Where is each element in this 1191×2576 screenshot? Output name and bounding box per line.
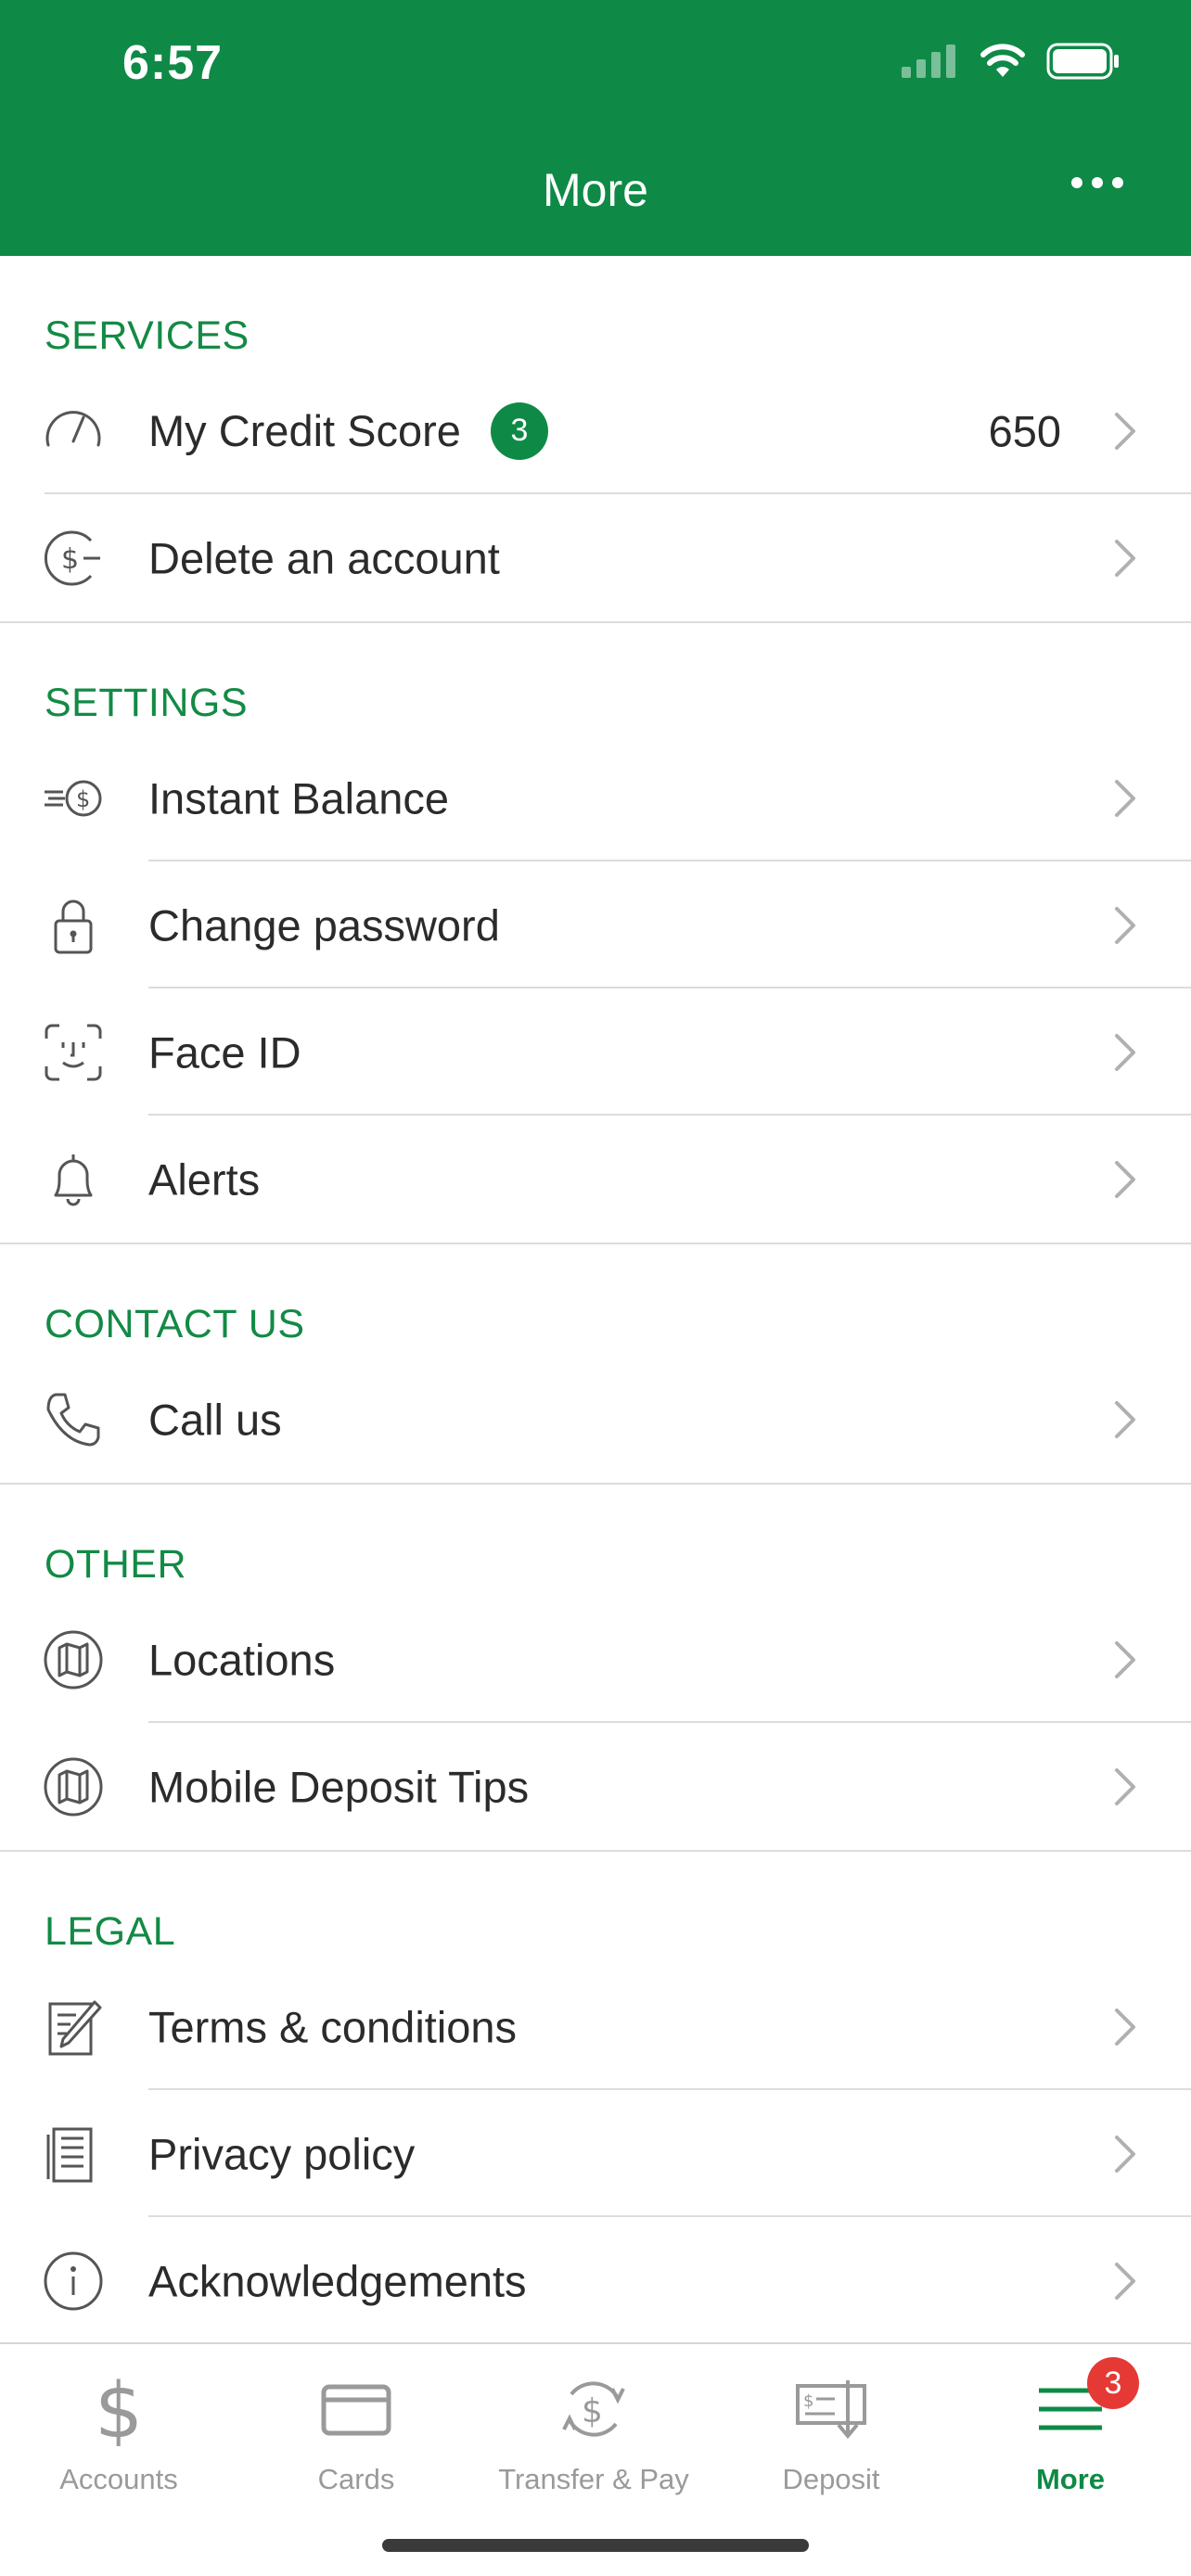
row-change-password[interactable]: Change password <box>0 861 1191 988</box>
row-label: Mobile Deposit Tips <box>148 1762 530 1811</box>
bell-icon <box>43 1149 104 1210</box>
credit-score-badge: 3 <box>490 402 548 460</box>
tab-deposit[interactable]: $ Deposit <box>712 2344 950 2502</box>
header-bar: 6:57 More <box>0 0 1191 256</box>
row-terms-conditions[interactable]: Terms & conditions <box>0 1963 1191 2090</box>
svg-text:$: $ <box>803 2391 813 2411</box>
dollar-icon: $ <box>91 2363 147 2455</box>
dollar-minus-icon: $ <box>43 528 104 589</box>
credit-score-label: My Credit Score <box>148 406 461 455</box>
row-label: Call us <box>148 1395 282 1444</box>
row-delete-account[interactable]: $ Delete an account <box>0 494 1191 621</box>
tab-cards[interactable]: Cards <box>237 2344 475 2502</box>
row-label: Locations <box>148 1635 336 1684</box>
chevron-right-icon <box>1115 1640 1135 1678</box>
svg-text:$: $ <box>95 2372 143 2446</box>
tab-accounts[interactable]: $ Accounts <box>0 2344 237 2502</box>
document-pen-icon <box>43 1996 104 2058</box>
map-icon <box>43 1756 104 1817</box>
row-instant-balance[interactable]: $ Instant Balance <box>0 734 1191 861</box>
info-icon <box>43 2251 104 2312</box>
section-title-settings: SETTINGS <box>45 681 249 725</box>
chevron-right-icon <box>1115 2262 1135 2300</box>
document-lines-icon <box>43 2123 104 2185</box>
svg-text:$: $ <box>76 786 90 812</box>
chevron-right-icon <box>1115 2008 1135 2046</box>
check-deposit-icon: $ <box>794 2363 868 2455</box>
row-label: Instant Balance <box>148 773 449 823</box>
row-label: Delete an account <box>148 533 500 582</box>
chevron-right-icon <box>1115 906 1135 944</box>
tab-label: More <box>1035 2463 1106 2495</box>
tab-label: Accounts <box>59 2463 178 2495</box>
svg-text:$: $ <box>61 543 79 576</box>
battery-icon <box>1046 43 1119 80</box>
row-call-us[interactable]: Call us <box>0 1356 1191 1483</box>
phone-icon <box>43 1389 104 1450</box>
chevron-right-icon <box>1115 412 1135 450</box>
lock-icon <box>43 895 104 956</box>
gauge-icon <box>43 401 104 462</box>
svg-text:$: $ <box>582 2392 603 2430</box>
status-icons <box>902 43 1121 80</box>
tab-label: Cards <box>317 2463 395 2495</box>
chevron-right-icon <box>1115 539 1135 577</box>
page-title: More <box>543 164 648 216</box>
cellular-signal-icon <box>902 45 955 78</box>
row-label: Terms & conditions <box>148 2002 518 2051</box>
row-acknowledgements[interactable]: Acknowledgements <box>0 2217 1191 2344</box>
home-indicator[interactable] <box>382 2539 809 2552</box>
chevron-right-icon <box>1115 779 1135 817</box>
fast-dollar-icon: $ <box>43 768 104 829</box>
more-options-icon[interactable] <box>1070 176 1124 189</box>
tab-label: Deposit <box>782 2463 880 2495</box>
row-label: Face ID <box>148 1027 301 1077</box>
chevron-right-icon <box>1115 1160 1135 1198</box>
tab-more[interactable]: More 3 <box>950 2344 1191 2502</box>
section-title-contact-us: CONTACT US <box>45 1302 305 1346</box>
face-id-icon <box>43 1022 104 1083</box>
tab-label: Transfer & Pay <box>498 2463 689 2495</box>
settings-list: SERVICES My Credit Score 3 650 $ Delete … <box>0 256 1191 2344</box>
chevron-right-icon <box>1115 1767 1135 1805</box>
row-label: Acknowledgements <box>148 2256 527 2305</box>
row-face-id[interactable]: Face ID <box>0 988 1191 1116</box>
card-icon <box>321 2363 391 2455</box>
row-mobile-deposit-tips[interactable]: Mobile Deposit Tips <box>0 1723 1191 1850</box>
row-label: Alerts <box>148 1154 261 1204</box>
section-title-services: SERVICES <box>45 313 250 358</box>
map-icon <box>43 1629 104 1690</box>
credit-score-value: 650 <box>988 406 1061 455</box>
row-privacy-policy[interactable]: Privacy policy <box>0 2090 1191 2217</box>
row-label: My Credit Score 3 <box>148 402 548 460</box>
row-label: Privacy policy <box>148 2129 416 2178</box>
row-label: Change password <box>148 900 500 950</box>
row-locations[interactable]: Locations <box>0 1596 1191 1723</box>
more-badge: 3 <box>1087 2357 1139 2409</box>
app-screen: 6:57 More SERVICES My Credit Score 3 650… <box>0 0 1191 2576</box>
row-my-credit-score[interactable]: My Credit Score 3 650 <box>0 367 1191 494</box>
chevron-right-icon <box>1115 1400 1135 1438</box>
status-time: 6:57 <box>122 36 224 90</box>
wifi-icon <box>980 44 1025 77</box>
transfer-dollar-icon: $ <box>557 2363 631 2455</box>
section-title-other: OTHER <box>45 1542 186 1587</box>
section-title-legal: LEGAL <box>45 1909 176 1954</box>
chevron-right-icon <box>1115 2135 1135 2173</box>
chevron-right-icon <box>1115 1033 1135 1071</box>
row-alerts[interactable]: Alerts <box>0 1116 1191 1243</box>
tab-transfer-pay[interactable]: $ Transfer & Pay <box>475 2344 712 2502</box>
